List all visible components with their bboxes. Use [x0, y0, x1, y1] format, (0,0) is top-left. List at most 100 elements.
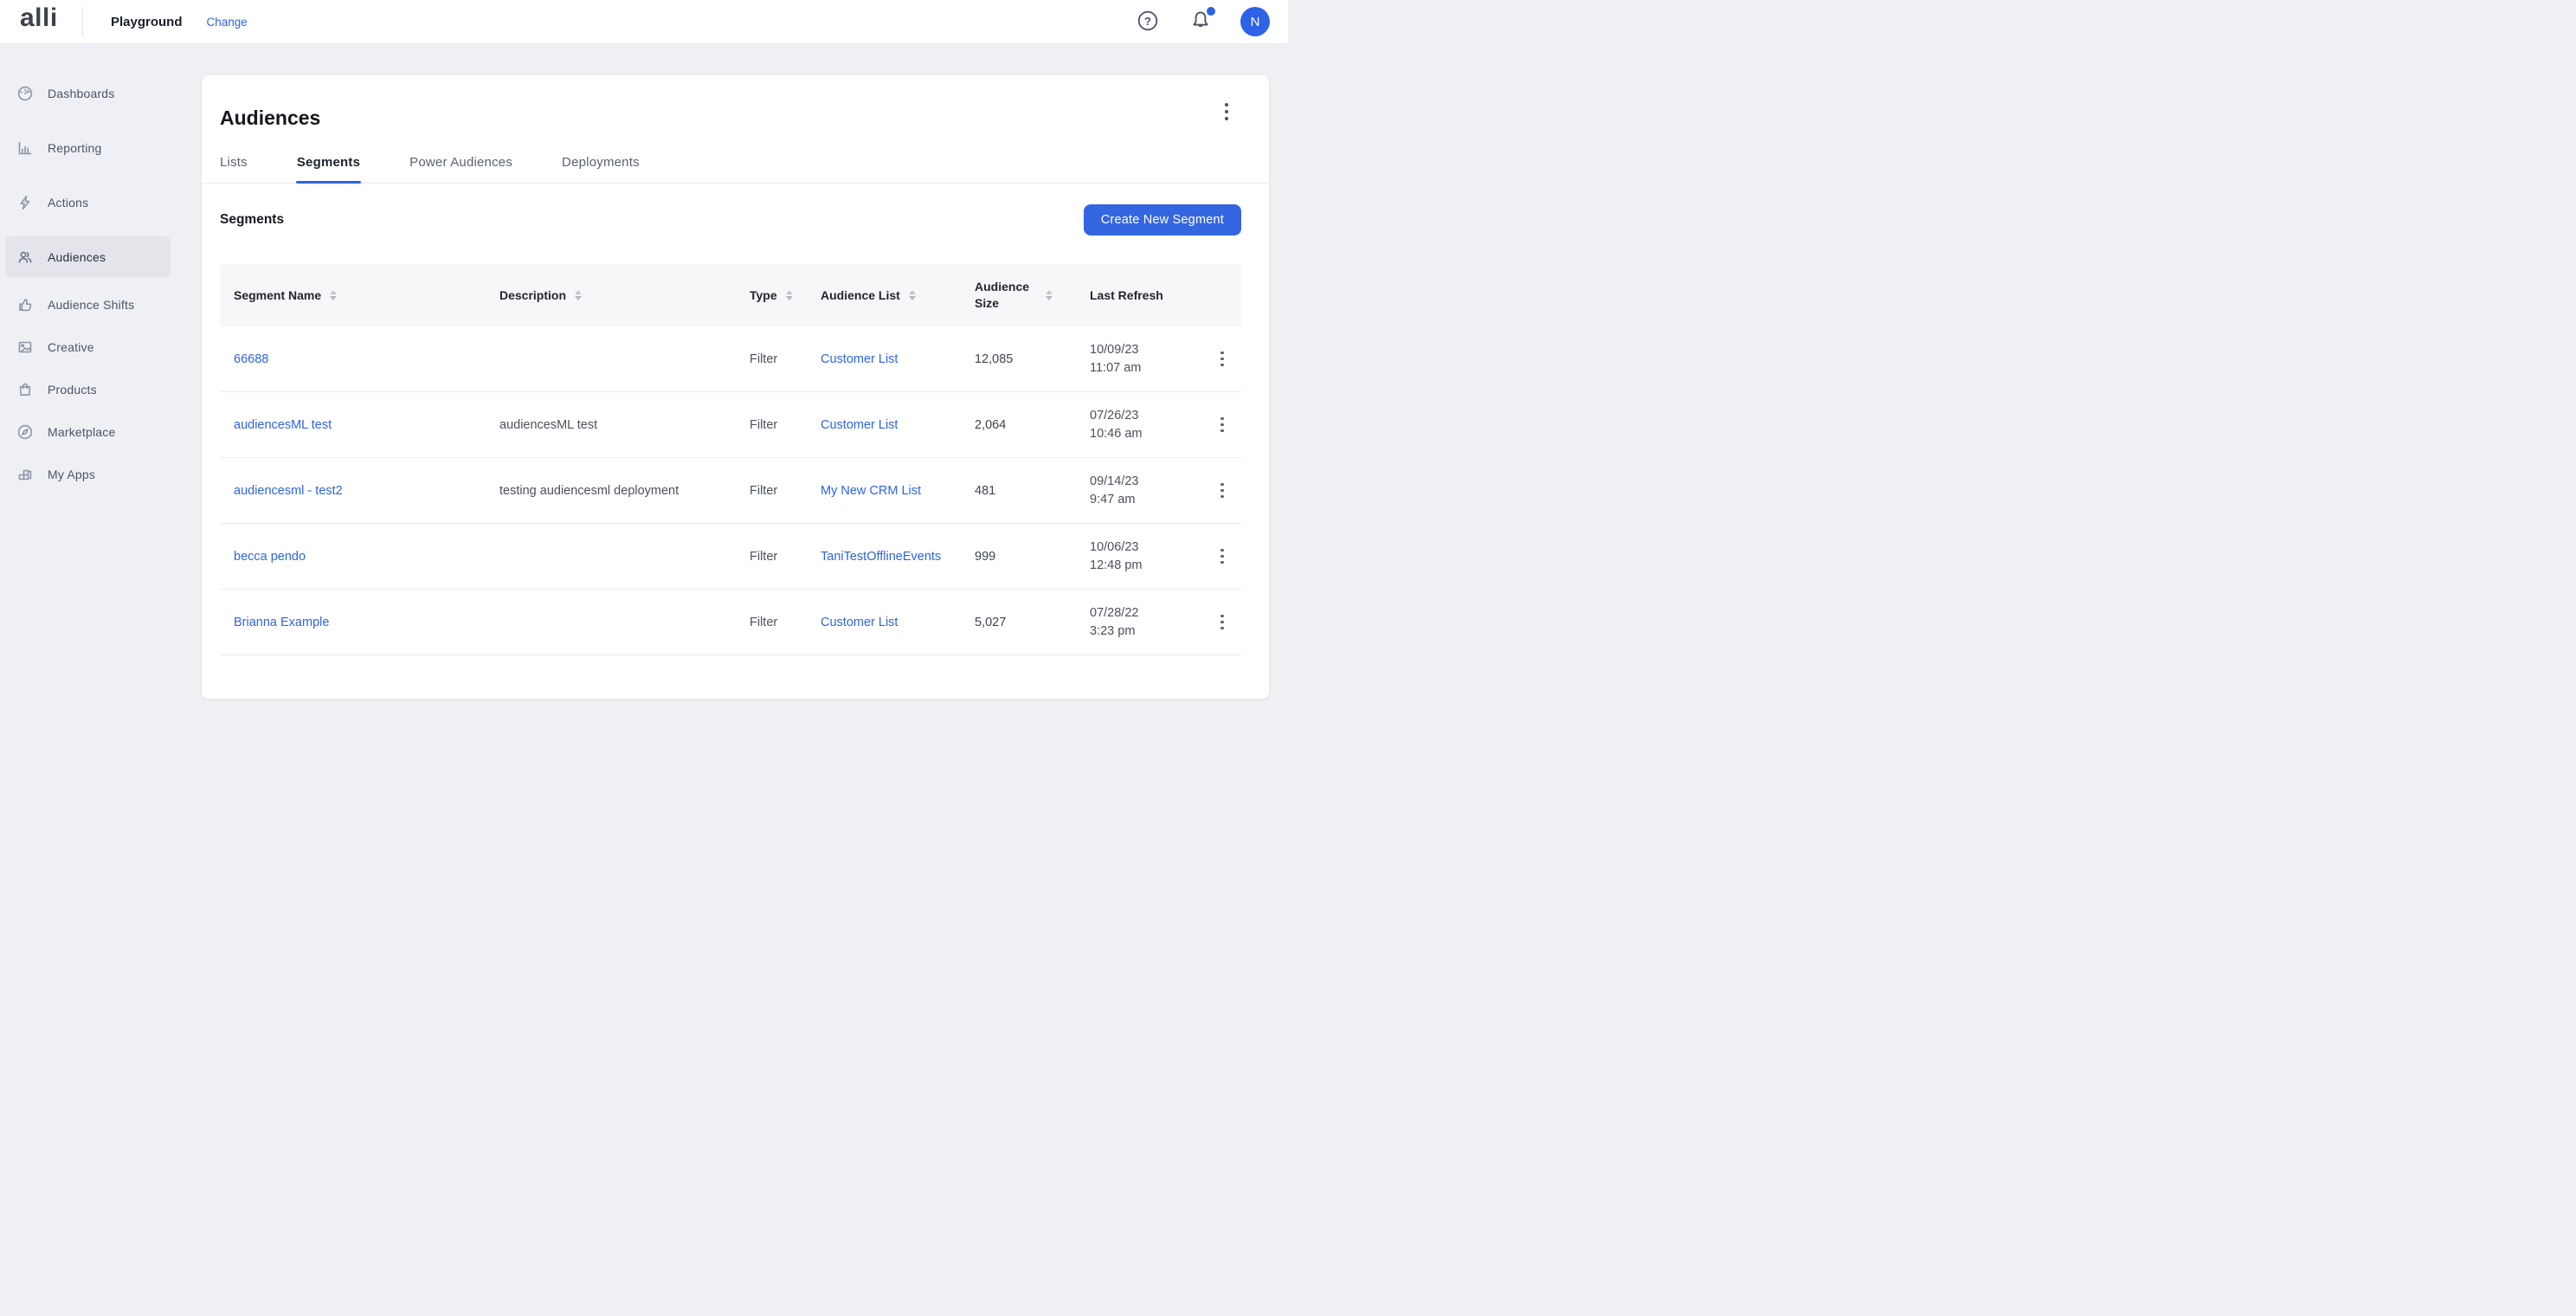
last-refresh-date: 07/28/22 — [1090, 604, 1195, 623]
kebab-menu-icon — [1225, 103, 1228, 106]
last-refresh-date: 10/09/23 — [1090, 341, 1195, 359]
sidebar-item-label: Actions — [48, 196, 88, 210]
audience-list-link[interactable]: TaniTestOfflineEvents — [821, 550, 941, 564]
section-header: Segments Create New Segment — [220, 204, 1241, 235]
last-refresh: 07/26/23 10:46 am — [1090, 407, 1203, 443]
sidebar-item-products[interactable]: Products — [5, 369, 171, 410]
last-refresh: 07/28/22 3:23 pm — [1090, 604, 1203, 641]
segment-name-link[interactable]: becca pendo — [234, 550, 306, 564]
column-header-last-refresh: Last Refresh — [1090, 287, 1203, 304]
audience-list-link[interactable]: Customer List — [821, 352, 898, 366]
audience-size: 5,027 — [975, 616, 1090, 629]
tab-segments[interactable]: Segments — [297, 155, 360, 183]
help-icon: ? — [1136, 9, 1160, 35]
shopping-bag-icon — [16, 381, 34, 398]
divider — [82, 7, 83, 36]
sidebar-item-reporting[interactable]: Reporting — [5, 127, 171, 168]
sort-icon[interactable] — [907, 288, 918, 303]
compass-icon — [16, 423, 34, 441]
column-label: Audience Size — [975, 279, 1037, 312]
sidebar-item-label: Audience Shifts — [48, 298, 134, 312]
last-refresh-time: 3:23 pm — [1090, 623, 1195, 641]
audience-list-link[interactable]: Customer List — [821, 616, 898, 629]
audiences-page: { "app": { "logo_text": "alli" }, "topba… — [0, 0, 1288, 658]
svg-text:?: ? — [1144, 15, 1151, 28]
sort-icon[interactable] — [573, 288, 583, 303]
thumb-up-icon — [16, 296, 34, 313]
audiences-card: Audiences Lists Segments Power Audiences… — [202, 75, 1269, 699]
last-refresh: 10/09/23 11:07 am — [1090, 341, 1203, 377]
table-row: audiencesml - test2 testing audiencesml … — [220, 458, 1241, 524]
notifications-button[interactable] — [1188, 9, 1214, 35]
column-header-audience-list[interactable]: Audience List — [821, 287, 975, 304]
segment-name-link[interactable]: Brianna Example — [234, 616, 329, 629]
tab-deployments[interactable]: Deployments — [562, 155, 640, 183]
notification-badge — [1207, 7, 1215, 16]
column-header-segment-name[interactable]: Segment Name — [220, 287, 499, 304]
row-menu-button[interactable] — [1217, 348, 1227, 370]
last-refresh-time: 11:07 am — [1090, 359, 1195, 377]
sidebar-item-marketplace[interactable]: Marketplace — [5, 411, 171, 452]
sidebar-item-creative[interactable]: Creative — [5, 326, 171, 367]
sidebar-item-label: Products — [48, 383, 97, 397]
tab-lists[interactable]: Lists — [220, 155, 248, 183]
sidebar-item-label: Audiences — [48, 250, 106, 264]
column-header-audience-size[interactable]: Audience Size — [975, 279, 1090, 312]
sidebar-item-my-apps[interactable]: My Apps — [5, 454, 171, 494]
segments-table: Segment Name Description Type Audience L… — [220, 264, 1241, 655]
gauge-icon — [16, 85, 34, 102]
sidebar-item-actions[interactable]: Actions — [5, 182, 171, 223]
table-body: 66688 Filter Customer List 12,085 10/09/… — [220, 326, 1241, 655]
sort-icon[interactable] — [784, 288, 795, 303]
audience-size: 999 — [975, 550, 1090, 564]
kebab-menu-icon — [1220, 352, 1223, 354]
sidebar-item-dashboards[interactable]: Dashboards — [5, 73, 171, 113]
segment-name-link[interactable]: audiencesML test — [234, 418, 332, 432]
audience-list-link[interactable]: Customer List — [821, 418, 898, 432]
change-workspace-link[interactable]: Change — [207, 16, 248, 29]
blocks-icon — [16, 466, 34, 483]
sidebar-item-label: Marketplace — [48, 425, 115, 439]
create-new-segment-button[interactable]: Create New Segment — [1084, 204, 1241, 235]
top-bar: alli Playground Change ? N — [0, 0, 1288, 44]
row-menu-button[interactable] — [1217, 414, 1227, 435]
alli-logo[interactable]: alli — [20, 3, 58, 33]
sidebar: Dashboards Reporting Actions Audiences A… — [0, 43, 182, 658]
row-menu-button[interactable] — [1217, 480, 1227, 501]
column-header-type[interactable]: Type — [750, 287, 821, 304]
column-label: Audience List — [821, 287, 900, 304]
active-tab-underline — [296, 181, 361, 184]
last-refresh-date: 07/26/23 — [1090, 407, 1195, 425]
column-label: Description — [499, 287, 566, 304]
segment-name-link[interactable]: audiencesml - test2 — [234, 484, 343, 498]
user-avatar[interactable]: N — [1240, 7, 1270, 36]
people-icon — [16, 248, 34, 266]
sort-icon[interactable] — [1044, 288, 1054, 303]
table-row: 66688 Filter Customer List 12,085 10/09/… — [220, 326, 1241, 392]
sidebar-item-audience-shifts[interactable]: Audience Shifts — [5, 284, 171, 325]
last-refresh-date: 10/06/23 — [1090, 539, 1195, 557]
segment-type: Filter — [750, 352, 821, 366]
table-row: audiencesML test audiencesML test Filter… — [220, 392, 1241, 458]
kebab-menu-icon — [1220, 417, 1223, 420]
table-header-row: Segment Name Description Type Audience L… — [220, 264, 1241, 326]
table-row: Brianna Example Filter Customer List 5,0… — [220, 590, 1241, 655]
tab-bar: Lists Segments Power Audiences Deploymen… — [202, 155, 1269, 184]
segment-name-link[interactable]: 66688 — [234, 352, 268, 366]
help-button[interactable]: ? — [1136, 10, 1160, 34]
column-header-description[interactable]: Description — [499, 287, 750, 304]
audience-size: 12,085 — [975, 352, 1090, 366]
tab-power-audiences[interactable]: Power Audiences — [409, 155, 512, 183]
section-title: Segments — [220, 212, 284, 228]
row-menu-button[interactable] — [1217, 611, 1227, 633]
segment-type: Filter — [750, 418, 821, 432]
row-menu-button[interactable] — [1217, 545, 1227, 567]
sidebar-item-audiences[interactable]: Audiences — [5, 236, 171, 277]
kebab-menu-icon — [1220, 549, 1223, 552]
page-menu-button[interactable] — [1221, 100, 1232, 124]
audience-list-link[interactable]: My New CRM List — [821, 484, 921, 498]
segment-type: Filter — [750, 484, 821, 498]
sort-icon[interactable] — [328, 288, 338, 303]
column-label: Last Refresh — [1090, 287, 1163, 304]
audience-size: 2,064 — [975, 418, 1090, 432]
